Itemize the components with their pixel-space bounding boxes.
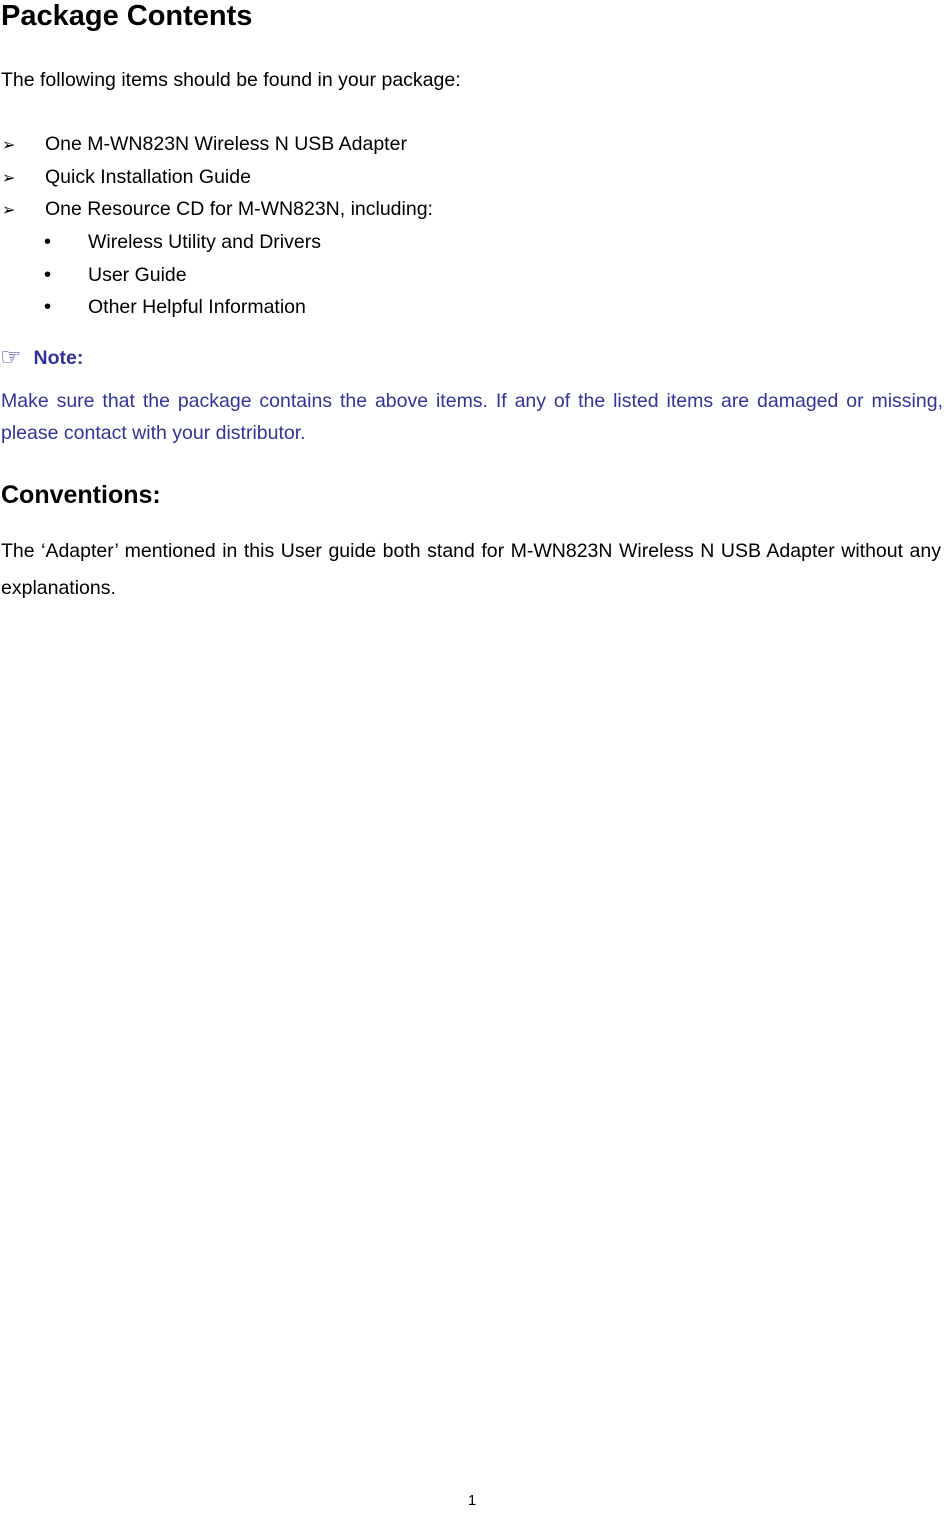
- conventions-title: Conventions:: [1, 481, 161, 509]
- dot-bullet-icon: •: [44, 296, 52, 319]
- intro-text: The following items should be found in y…: [1, 69, 461, 91]
- list-item: ➢ One M-WN823N Wireless N USB Adapter: [0, 132, 940, 165]
- page-number: 1: [467, 1492, 477, 1509]
- arrow-bullet-icon: ➢: [2, 169, 16, 187]
- pointing-hand-icon: ☞: [0, 344, 22, 371]
- sub-list-item-text: Wireless Utility and Drivers: [88, 231, 321, 254]
- list-item-text: One Resource CD for M-WN823N, including:: [45, 198, 433, 221]
- sub-list-item: • User Guide: [0, 263, 940, 296]
- dot-bullet-icon: •: [44, 231, 52, 254]
- note-heading: ☞ Note:: [0, 345, 83, 371]
- arrow-bullet-icon: ➢: [2, 202, 16, 220]
- arrow-bullet-icon: ➢: [2, 137, 16, 154]
- sub-list-item-text: Other Helpful Information: [88, 296, 306, 319]
- note-text: Make sure that the package contains the …: [1, 390, 943, 444]
- page-title: Package Contents: [1, 0, 253, 32]
- dot-bullet-icon: •: [44, 263, 52, 286]
- sub-list-item: • Wireless Utility and Drivers: [0, 230, 940, 263]
- conventions-text: The ‘Adapter’ mentioned in this User gui…: [1, 540, 941, 599]
- sub-list-item-text: User Guide: [88, 263, 187, 286]
- list-item-text: Quick Installation Guide: [45, 165, 251, 188]
- package-contents-list: ➢ One M-WN823N Wireless N USB Adapter ➢ …: [0, 132, 940, 328]
- sub-list-item: • Other Helpful Information: [0, 295, 940, 328]
- note-label: Note:: [33, 347, 84, 369]
- list-item: ➢ One Resource CD for M-WN823N, includin…: [0, 197, 940, 230]
- list-item-text: One M-WN823N Wireless N USB Adapter: [45, 133, 407, 155]
- list-item: ➢ Quick Installation Guide: [0, 165, 940, 198]
